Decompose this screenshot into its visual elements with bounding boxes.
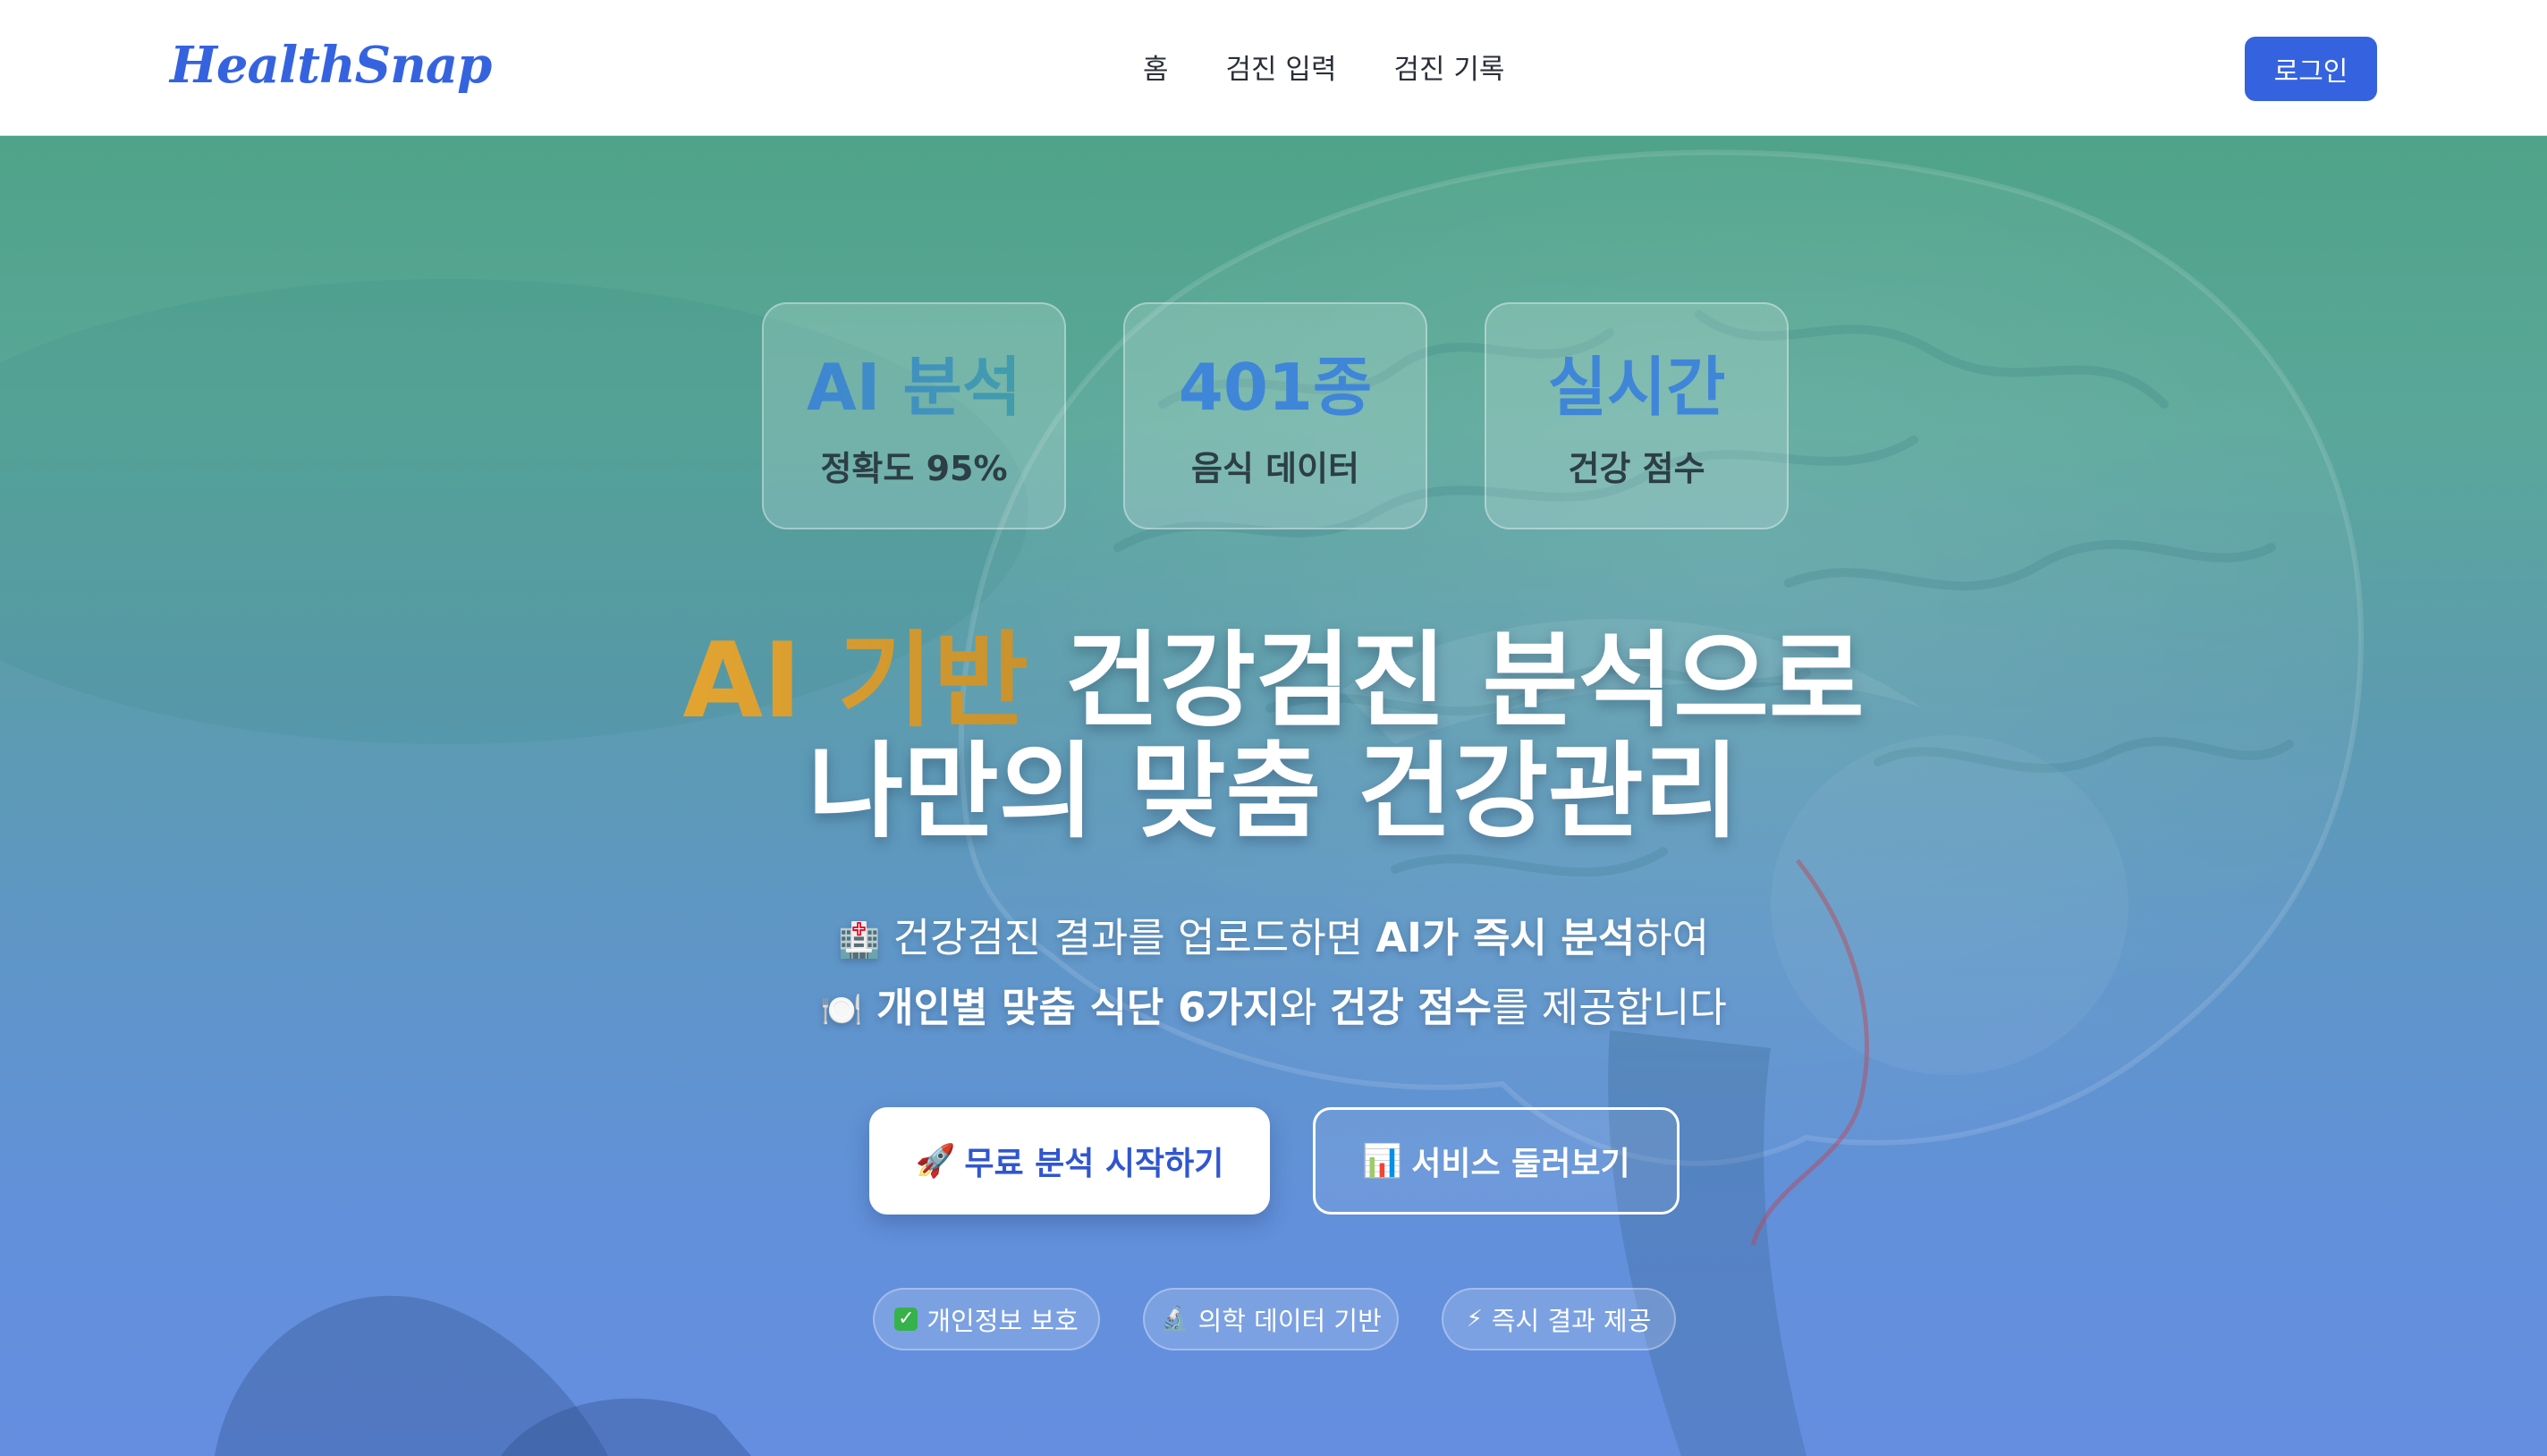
badge-label: 개인정보 보호 <box>927 1306 1079 1336</box>
subtext-bold: 개인별 맞춤 식단 6가지 <box>862 984 1281 1031</box>
headline-accent: AI 기반 <box>682 621 1029 741</box>
stat-card-ai-analysis: AI 분석 정확도 95% <box>762 302 1066 529</box>
stat-label: 정확도 95% <box>820 449 1008 488</box>
hero-subtext-line1: 🏥 건강검진 결과를 업로드하면 AI가 즉시 분석하여 <box>0 905 2547 963</box>
stat-card-food-data: 401종 음식 데이터 <box>1123 302 1427 529</box>
bar-chart-icon: 📊 <box>1362 1143 1403 1180</box>
rocket-icon: 🚀 <box>915 1143 956 1180</box>
stat-value: 실시간 <box>1547 350 1726 425</box>
nav-checkup-input[interactable]: 검진 입력 <box>1226 47 1337 87</box>
badge-label: 즉시 결과 제공 <box>1491 1306 1652 1336</box>
stat-label: 건강 점수 <box>1568 449 1705 488</box>
badge-label: 의학 데이터 기반 <box>1197 1306 1382 1336</box>
badge-instant-result: ⚡ 즉시 결과 제공 <box>1442 1288 1676 1350</box>
hero-headline-line2: 나만의 맞춤 건강관리 <box>808 732 1739 852</box>
subtext-text: 하여 <box>1635 914 1710 961</box>
hero-headline-line1: AI 기반 건강검진 분석으로 <box>0 630 2547 733</box>
lightning-icon: ⚡ <box>1466 1306 1483 1333</box>
start-free-analysis-label: 무료 분석 시작하기 <box>964 1146 1224 1182</box>
badge-privacy: ✓ 개인정보 보호 <box>873 1288 1100 1350</box>
plate-icon: 🍽️ <box>820 990 863 1029</box>
headline-rest: 건강검진 분석으로 <box>1028 621 1865 741</box>
top-navbar: HealthSnap 홈 검진 입력 검진 기록 로그인 <box>0 0 2547 136</box>
browse-service-label: 서비스 둘러보기 <box>1411 1146 1630 1182</box>
stat-card-realtime-score: 실시간 건강 점수 <box>1485 302 1789 529</box>
start-free-analysis-button[interactable]: 🚀 무료 분석 시작하기 <box>869 1107 1270 1215</box>
main-nav: 홈 검진 입력 검진 기록 <box>1143 47 1504 87</box>
healthsnap-logo[interactable]: HealthSnap <box>170 36 492 95</box>
stat-label: 음식 데이터 <box>1190 449 1360 488</box>
check-icon: ✓ <box>894 1308 918 1331</box>
stat-value: AI 분석 <box>764 334 1064 428</box>
stat-value: 401종 <box>1178 350 1373 425</box>
nav-checkup-history[interactable]: 검진 기록 <box>1393 47 1504 87</box>
nav-home[interactable]: 홈 <box>1143 47 1169 87</box>
microscope-icon: 🔬 <box>1160 1306 1189 1333</box>
subtext-text: 를 제공합니다 <box>1492 984 1727 1031</box>
login-button[interactable]: 로그인 <box>2245 37 2377 101</box>
badge-medical-data: 🔬 의학 데이터 기반 <box>1143 1288 1399 1350</box>
subtext-bold: 건강 점수 <box>1329 984 1493 1031</box>
hospital-icon: 🏥 <box>837 920 881 960</box>
subtext-text: 와 <box>1280 984 1330 1031</box>
subtext-bold: AI가 즉시 분석 <box>1375 914 1636 961</box>
subtext-text: 건강검진 결과를 업로드하면 <box>880 914 1376 961</box>
browse-service-button[interactable]: 📊 서비스 둘러보기 <box>1313 1107 1680 1215</box>
hero-subtext-line2: 🍽️ 개인별 맞춤 식단 6가지와 건강 점수를 제공합니다 <box>0 975 2547 1033</box>
